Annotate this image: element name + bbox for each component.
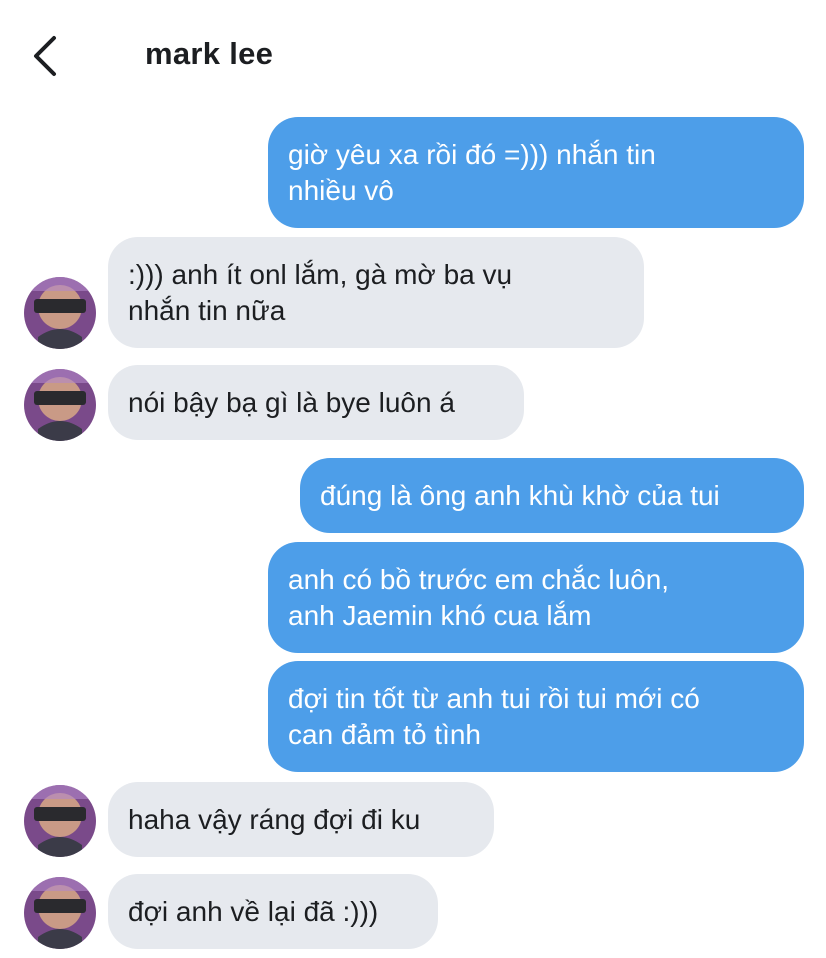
outgoing-message[interactable]: đợi tin tốt từ anh tui rồi tui mới có ca… <box>268 661 804 772</box>
back-button[interactable] <box>26 34 66 78</box>
incoming-message[interactable]: :))) anh ít onl lắm, gà mờ ba vụ nhắn ti… <box>108 237 644 348</box>
incoming-message[interactable]: nói bậy bạ gì là bye luôn á <box>108 365 524 440</box>
outgoing-message[interactable]: giờ yêu xa rồi đó =))) nhắn tin nhiều vô <box>268 117 804 228</box>
avatar <box>24 877 96 949</box>
incoming-message[interactable]: haha vậy ráng đợi đi ku <box>108 782 494 857</box>
avatar <box>24 277 96 349</box>
avatar <box>24 785 96 857</box>
chevron-left-icon <box>34 36 56 76</box>
outgoing-message[interactable]: đúng là ông anh khù khờ của tui <box>300 458 804 533</box>
contact-name: mark lee <box>145 36 274 71</box>
outgoing-message[interactable]: anh có bồ trước em chắc luôn, anh Jaemin… <box>268 542 804 653</box>
avatar <box>24 369 96 441</box>
incoming-message[interactable]: đợi anh về lại đã :))) <box>108 874 438 949</box>
chat-header: mark lee <box>0 0 826 100</box>
